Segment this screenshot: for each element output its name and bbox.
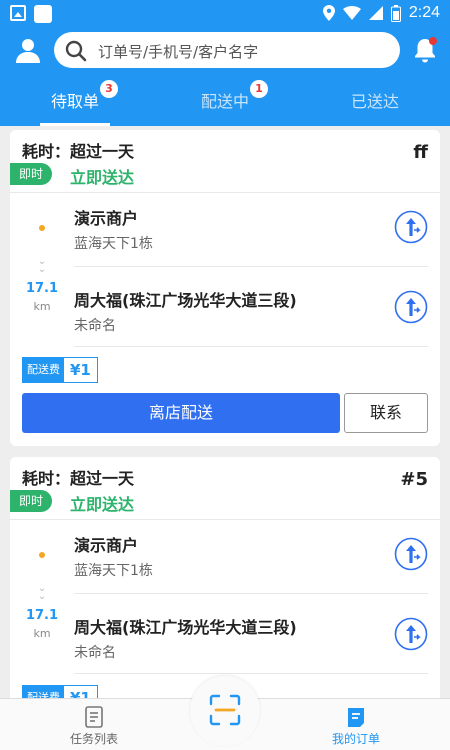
order-card[interactable]: 耗时：超过一天 ff 即时 立即送达 ⌄ ⌄ 17.1 km 演示商户 蓝海天下1… [10, 130, 440, 446]
tab-delivered[interactable]: 已送达 [300, 74, 450, 126]
pickup-dot-icon [39, 552, 45, 558]
app-notification-icon [34, 5, 52, 23]
search-icon [65, 40, 87, 62]
nav-label: 任务列表 [69, 732, 118, 746]
status-bar: 2:24 [0, 0, 450, 28]
delivery-type: 立即送达 [70, 168, 135, 187]
divider [10, 519, 440, 520]
dropoff-address: 未命名 [74, 318, 116, 334]
divider [10, 192, 440, 193]
dropoff-name: 周大福(珠江广场光华大道三段) [74, 618, 297, 637]
tab-badge: 3 [100, 80, 118, 98]
distance-value: 17.1 [25, 608, 59, 623]
fee-value: ¥1 [70, 361, 91, 379]
navigate-icon[interactable] [394, 290, 428, 324]
distance-unit: km [33, 627, 51, 640]
fee-label: 配送费 [23, 358, 64, 382]
status-time: 2:24 [408, 4, 440, 21]
pickup-name: 演示商户 [74, 536, 139, 555]
order-code: ff [413, 142, 428, 163]
scan-button[interactable] [190, 676, 260, 746]
route-arrow-icon: ⌄ ⌄ [37, 256, 47, 275]
tab-delivering[interactable]: 配送中 1 [150, 74, 300, 126]
divider [74, 673, 428, 674]
pickup-dot-icon [39, 225, 45, 231]
user-avatar-icon[interactable] [14, 36, 42, 64]
search-box[interactable]: 订单号/手机号/客户名字 [54, 32, 400, 68]
route-arrow-icon: ⌄ ⌄ [37, 583, 47, 602]
search-input[interactable]: 订单号/手机号/客户名字 [98, 41, 258, 62]
delivery-fee: 配送费 ¥1 [22, 357, 98, 383]
distance-value: 17.1 [25, 281, 59, 296]
elapsed-time: 耗时：超过一天 [22, 469, 135, 488]
wifi-icon [342, 6, 361, 20]
distance-unit: km [33, 300, 51, 313]
nav-task-list[interactable]: 任务列表 [34, 699, 154, 750]
pickup-address: 蓝海天下1栋 [74, 563, 153, 579]
pickup-address: 蓝海天下1栋 [74, 236, 153, 252]
my-orders-icon [348, 708, 364, 727]
divider [74, 266, 428, 267]
instant-tag: 即时 [10, 490, 52, 512]
nav-my-orders[interactable]: 我的订单 [296, 699, 416, 750]
app-header: 订单号/手机号/客户名字 [0, 28, 450, 74]
navigate-icon[interactable] [394, 210, 428, 244]
dropoff-address: 未命名 [74, 645, 116, 661]
location-icon [322, 5, 335, 21]
battery-icon [390, 4, 401, 22]
signal-icon [368, 6, 383, 20]
delivery-type: 立即送达 [70, 495, 135, 514]
instant-tag: 即时 [10, 163, 52, 185]
divider [74, 593, 428, 594]
task-list-icon [85, 706, 103, 728]
order-code: #5 [400, 469, 428, 490]
pickup-name: 演示商户 [74, 209, 139, 228]
notification-bell-icon[interactable] [412, 36, 438, 64]
contact-button[interactable]: 联系 [344, 393, 428, 433]
elapsed-time: 耗时：超过一天 [22, 142, 135, 161]
nav-label: 我的订单 [331, 732, 380, 746]
leave-store-deliver-button[interactable]: 离店配送 [22, 393, 340, 433]
scan-icon [209, 694, 241, 726]
dropoff-name: 周大福(珠江广场光华大道三段) [74, 291, 297, 310]
tab-pending-pickup[interactable]: 待取单 3 [0, 74, 150, 126]
divider [74, 346, 428, 347]
order-status-tabs: 待取单 3 配送中 1 已送达 [0, 74, 450, 126]
navigate-icon[interactable] [394, 537, 428, 571]
navigate-icon[interactable] [394, 617, 428, 651]
gallery-notification-icon [10, 5, 26, 21]
tab-badge: 1 [250, 80, 268, 98]
